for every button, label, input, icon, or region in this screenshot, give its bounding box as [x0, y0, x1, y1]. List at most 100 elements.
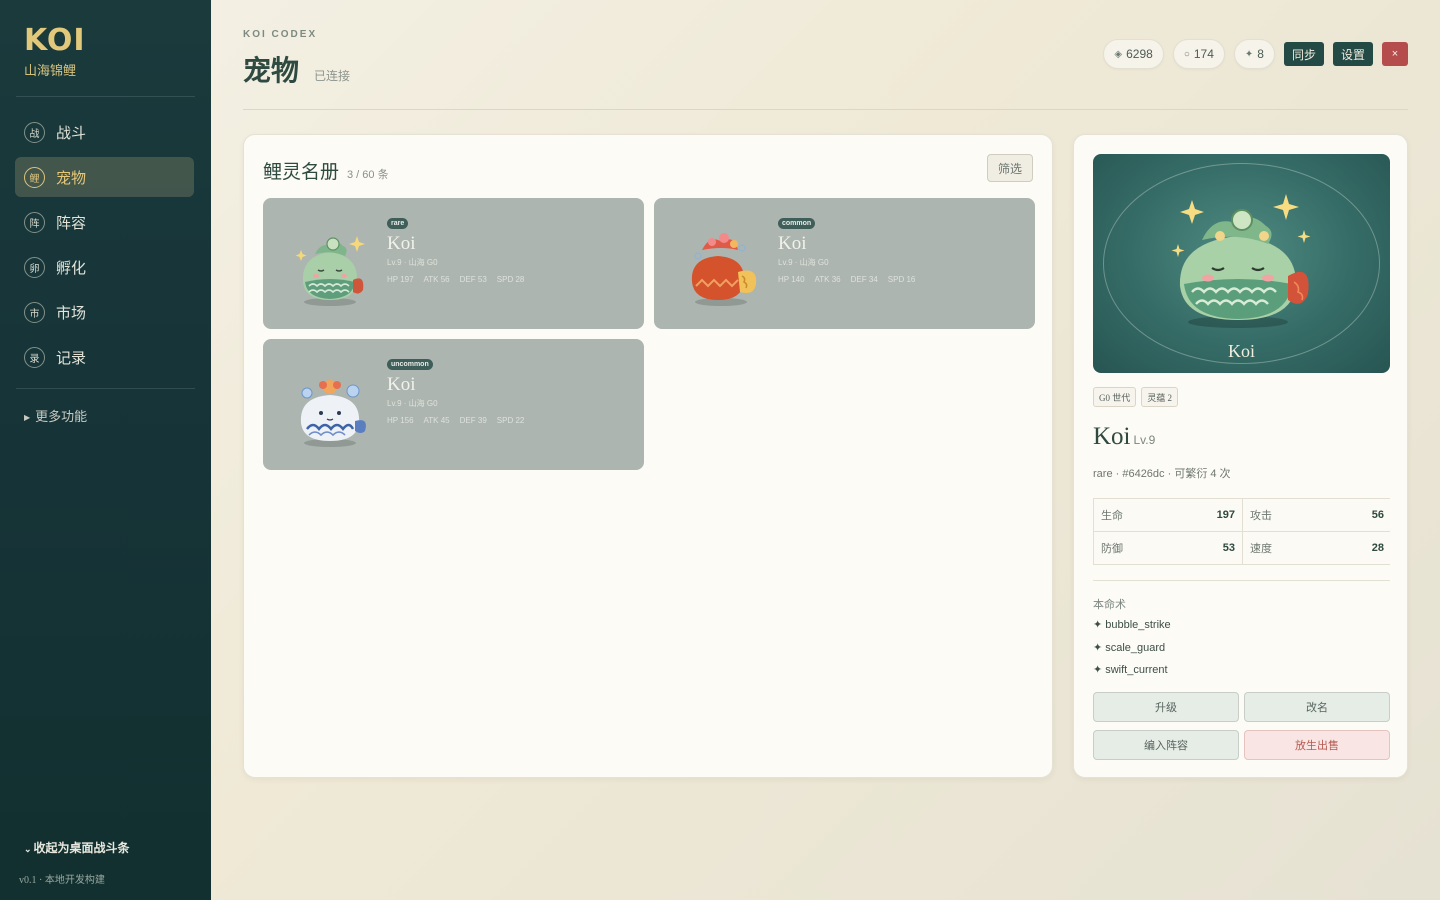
currency-stars-pill: ✦ 8	[1233, 39, 1275, 69]
sidebar-item-records[interactable]: 录 记录	[15, 337, 194, 377]
pet-meta: Lv.9 · 山海 G0	[387, 399, 438, 408]
stat-hp: 生命 197	[1094, 499, 1242, 531]
pet-roster-panel: 鲤灵名册 3 / 60 条 筛选 rare Koi Lv.9 · 山海 G0 H…	[243, 134, 1053, 778]
sidebar-item-team[interactable]: 阵 阵容	[15, 202, 194, 242]
stat-value: 56	[1371, 509, 1384, 521]
stat-grid: 生命 197 攻击 56 防御 53 速度 28	[1093, 498, 1391, 565]
pet-stat-spd: SPD 16	[887, 275, 916, 284]
pet-info: uncommon Koi Lv.9 · 山海 G0 HP 156 ATK 45 …	[387, 353, 524, 425]
battle-icon: 战	[24, 121, 45, 143]
close-button[interactable]: ×	[1382, 42, 1408, 66]
stat-label: 防御	[1101, 543, 1123, 555]
sidebar-item-label: 市场	[56, 305, 87, 322]
sidebar-item-battle[interactable]: 战 战斗	[15, 112, 194, 152]
generation-tag: G0 世代	[1093, 387, 1137, 407]
skill-item: ✦ bubble_strike	[1093, 618, 1171, 641]
collapse-to-battle-bar-button[interactable]: ⌄ 收起为桌面战斗条	[24, 839, 130, 856]
pet-stats: HP 140 ATK 36 DEF 34 SPD 16	[778, 275, 915, 284]
sidebar-nav: 战 战斗 鲤 宠物 阵 阵容 卵 孵化 市 市场 录 记录	[15, 112, 194, 382]
sparkle-icon: ✦	[1093, 619, 1103, 631]
roster-count: 3 / 60 条	[347, 169, 389, 181]
sidebar-item-market[interactable]: 市 市场	[15, 292, 194, 332]
stars-value: 8	[1257, 47, 1264, 61]
pet-card[interactable]: uncommon Koi Lv.9 · 山海 G0 HP 156 ATK 45 …	[263, 339, 644, 470]
add-to-team-button[interactable]: 编入阵容	[1093, 730, 1239, 760]
sidebar-item-hatch[interactable]: 卵 孵化	[15, 247, 194, 287]
pet-detail-name: Koi Lv.9	[1093, 423, 1155, 451]
header-toolbar: ◈ 6298 ○ 174 ✦ 8 同步 设置 ×	[1103, 39, 1408, 69]
stat-attack: 攻击 56	[1243, 499, 1391, 531]
stat-defense: 防御 53	[1094, 532, 1242, 564]
upgrade-button[interactable]: 升级	[1093, 692, 1239, 722]
rarity-badge: common	[778, 218, 816, 229]
pet-detail-subline: rare · #6426dc · 可繁衍 4 次	[1093, 468, 1231, 480]
koi-green-fish-icon	[295, 236, 365, 306]
more-features-toggle[interactable]: ▶ 更多功能	[24, 406, 87, 425]
rarity-badge: rare	[387, 218, 409, 229]
pet-info: common Koi Lv.9 · 山海 G0 HP 140 ATK 36 DE…	[778, 212, 915, 284]
pet-name: Koi	[387, 374, 416, 395]
pet-name: Koi	[778, 233, 807, 254]
detail-divider	[1093, 580, 1390, 581]
team-icon: 阵	[24, 211, 45, 233]
brand: KOI 山海锦鲤	[24, 24, 86, 79]
pet-info: rare Koi Lv.9 · 山海 G0 HP 197 ATK 56 DEF …	[387, 212, 524, 284]
egg-icon: 卵	[24, 256, 45, 278]
coin-icon: ○	[1183, 48, 1190, 60]
pets-icon: 鲤	[24, 166, 45, 188]
sidebar-item-label: 宠物	[56, 170, 87, 187]
gems-value: 6298	[1126, 47, 1153, 61]
currency-gems-pill: ◈ 6298	[1103, 39, 1164, 69]
chevron-down-icon: ⌄	[24, 844, 32, 854]
header-divider	[243, 109, 1408, 110]
eyebrow-label: KOI CODEX	[243, 29, 318, 40]
version-text: v0.1 · 本地开发构建	[19, 875, 105, 886]
records-icon: 录	[24, 346, 45, 368]
sidebar-divider	[16, 388, 195, 389]
stat-value: 28	[1371, 542, 1384, 554]
pet-card[interactable]: common Koi Lv.9 · 山海 G0 HP 140 ATK 36 DE…	[654, 198, 1035, 329]
collapse-label: 收起为桌面战斗条	[33, 841, 130, 855]
pet-stat-spd: SPD 22	[496, 416, 525, 425]
pet-tags: G0 世代 灵蕴 2	[1093, 387, 1179, 407]
rename-button[interactable]: 改名	[1244, 692, 1390, 722]
filter-button[interactable]: 筛选	[987, 154, 1033, 182]
koi-blue-fish-icon	[300, 380, 366, 447]
sidebar-item-label: 记录	[56, 350, 87, 367]
portrait-name: Koi	[1228, 341, 1255, 361]
settings-button[interactable]: 设置	[1332, 42, 1373, 66]
pet-portrait: Koi	[1093, 154, 1390, 373]
koi-green-fish-icon	[1171, 194, 1311, 328]
pet-card[interactable]: rare Koi Lv.9 · 山海 G0 HP 197 ATK 56 DEF …	[263, 198, 644, 329]
stat-value: 197	[1216, 509, 1235, 521]
koi-red-fish-icon	[691, 233, 757, 306]
page-title: 宠物	[243, 56, 300, 87]
brand-title: KOI	[24, 23, 86, 58]
stat-label: 速度	[1250, 543, 1272, 555]
roster-title: 鲤灵名册	[263, 162, 340, 183]
pet-stat-def: DEF 53	[459, 275, 487, 284]
pet-stat-def: DEF 34	[850, 275, 878, 284]
pet-detail-level: Lv.9	[1133, 433, 1156, 447]
pet-stat-hp: HP 156	[387, 416, 414, 425]
pet-meta: Lv.9 · 山海 G0	[778, 258, 829, 267]
pet-stat-atk: ATK 36	[814, 275, 841, 284]
sync-button[interactable]: 同步	[1283, 42, 1324, 66]
stat-value: 53	[1222, 542, 1235, 554]
coins-value: 174	[1193, 47, 1214, 61]
release-sell-button[interactable]: 放生出售	[1244, 730, 1390, 760]
skill-item: ✦ scale_guard	[1093, 641, 1171, 664]
sidebar-item-label: 孵化	[56, 260, 87, 277]
market-icon: 市	[24, 301, 45, 323]
sidebar-item-pets[interactable]: 鲤 宠物	[15, 157, 194, 197]
brand-subtitle: 山海锦鲤	[24, 63, 77, 78]
skills-label: 本命术	[1093, 599, 1126, 611]
pet-stats: HP 156 ATK 45 DEF 39 SPD 22	[387, 416, 524, 425]
pet-detail-panel: Koi G0 世代 灵蕴 2 Koi Lv.9 rare · #6426dc · …	[1073, 134, 1408, 778]
pet-meta: Lv.9 · 山海 G0	[387, 258, 438, 267]
sparkle-icon: ✦	[1244, 48, 1254, 60]
currency-coins-pill: ○ 174	[1172, 39, 1225, 69]
more-features-label: 更多功能	[35, 409, 88, 424]
skill-name: swift_current	[1105, 664, 1168, 676]
sparkle-icon: ✦	[1093, 664, 1103, 676]
